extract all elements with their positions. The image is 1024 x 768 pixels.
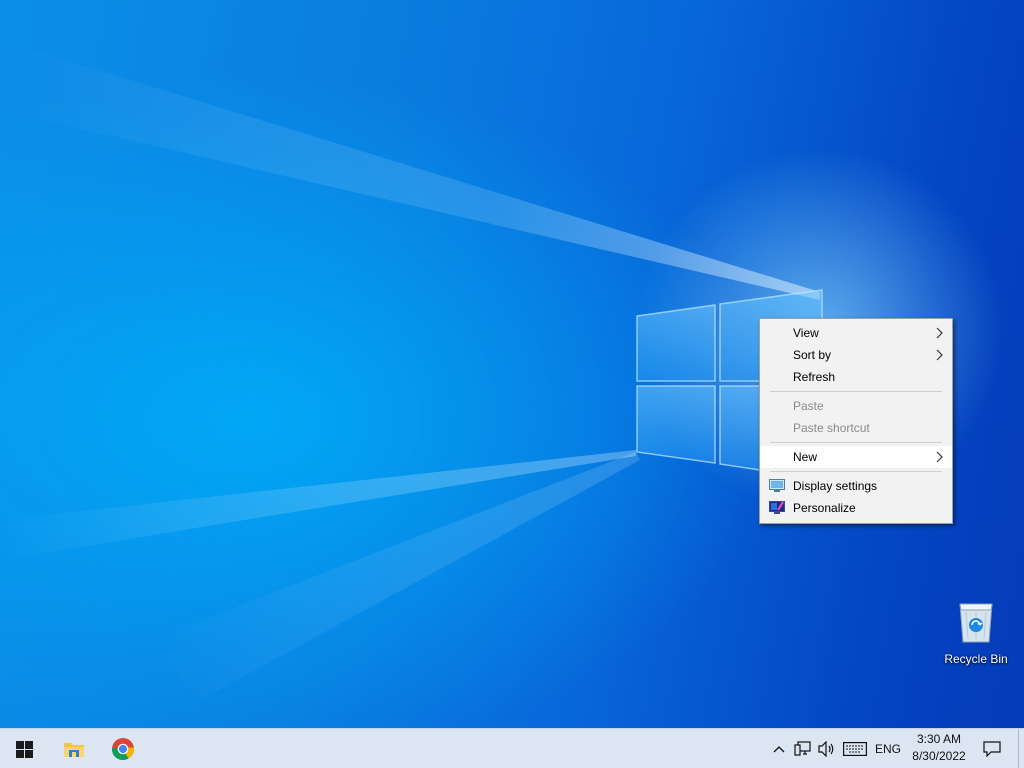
menu-separator xyxy=(770,442,942,443)
menu-item-view[interactable]: View xyxy=(760,322,952,344)
menu-item-new[interactable]: New xyxy=(760,446,952,468)
menu-item-label: View xyxy=(793,326,819,340)
recycle-bin-icon xyxy=(959,603,993,643)
file-explorer-icon xyxy=(64,743,84,757)
personalize-icon xyxy=(769,501,785,514)
chevron-right-icon xyxy=(936,327,943,339)
network-icon xyxy=(794,741,811,756)
clock[interactable]: 3:30 AM 8/30/2022 xyxy=(905,731,973,767)
chrome-icon xyxy=(112,738,134,761)
chevron-right-icon xyxy=(936,451,943,463)
menu-item-label: Display settings xyxy=(793,479,878,493)
touch-keyboard-button[interactable] xyxy=(841,729,869,768)
clock-time: 3:30 AM xyxy=(916,732,962,746)
menu-item-label: Paste xyxy=(793,399,824,413)
menu-item-label: Paste shortcut xyxy=(793,421,870,435)
menu-item-label: Sort by xyxy=(793,348,832,362)
notification-icon xyxy=(983,741,1001,757)
speaker-icon xyxy=(818,741,834,757)
taskbar-chrome[interactable] xyxy=(99,729,147,768)
desktop-icon-recycle-bin[interactable]: Recycle Bin xyxy=(940,598,1012,672)
windows-logo-icon xyxy=(15,740,33,758)
taskbar: ENG 3:30 AM 8/30/2022 xyxy=(0,728,1024,768)
action-center-button[interactable] xyxy=(978,729,1006,768)
clock-date: 8/30/2022 xyxy=(912,749,966,763)
menu-separator xyxy=(770,471,942,472)
chevron-right-icon xyxy=(936,349,943,361)
display-settings-icon xyxy=(769,479,785,492)
desktop-context-menu: View Sort by Refresh Paste Paste shortcu… xyxy=(759,318,953,524)
chevron-up-icon xyxy=(773,746,785,753)
start-button[interactable] xyxy=(0,729,48,768)
menu-item-label: Personalize xyxy=(793,501,856,515)
desktop-icon-label: Recycle Bin xyxy=(944,652,1008,666)
menu-item-sort-by[interactable]: Sort by xyxy=(760,344,952,366)
menu-item-paste-shortcut[interactable]: Paste shortcut xyxy=(760,417,952,439)
input-language-label: ENG xyxy=(874,742,901,756)
keyboard-icon xyxy=(843,742,867,756)
show-desktop-button[interactable] xyxy=(1018,729,1024,768)
input-language-button[interactable]: ENG xyxy=(872,729,904,768)
show-hidden-icons-button[interactable] xyxy=(769,729,789,768)
menu-item-label: New xyxy=(793,450,818,464)
menu-item-display-settings[interactable]: Display settings xyxy=(760,475,952,497)
network-button[interactable] xyxy=(792,729,814,768)
volume-button[interactable] xyxy=(816,729,838,768)
menu-item-label: Refresh xyxy=(793,370,836,384)
menu-item-refresh[interactable]: Refresh xyxy=(760,366,952,388)
menu-item-paste[interactable]: Paste xyxy=(760,395,952,417)
taskbar-file-explorer[interactable] xyxy=(50,729,98,768)
menu-separator xyxy=(770,391,942,392)
menu-item-personalize[interactable]: Personalize xyxy=(760,497,952,519)
